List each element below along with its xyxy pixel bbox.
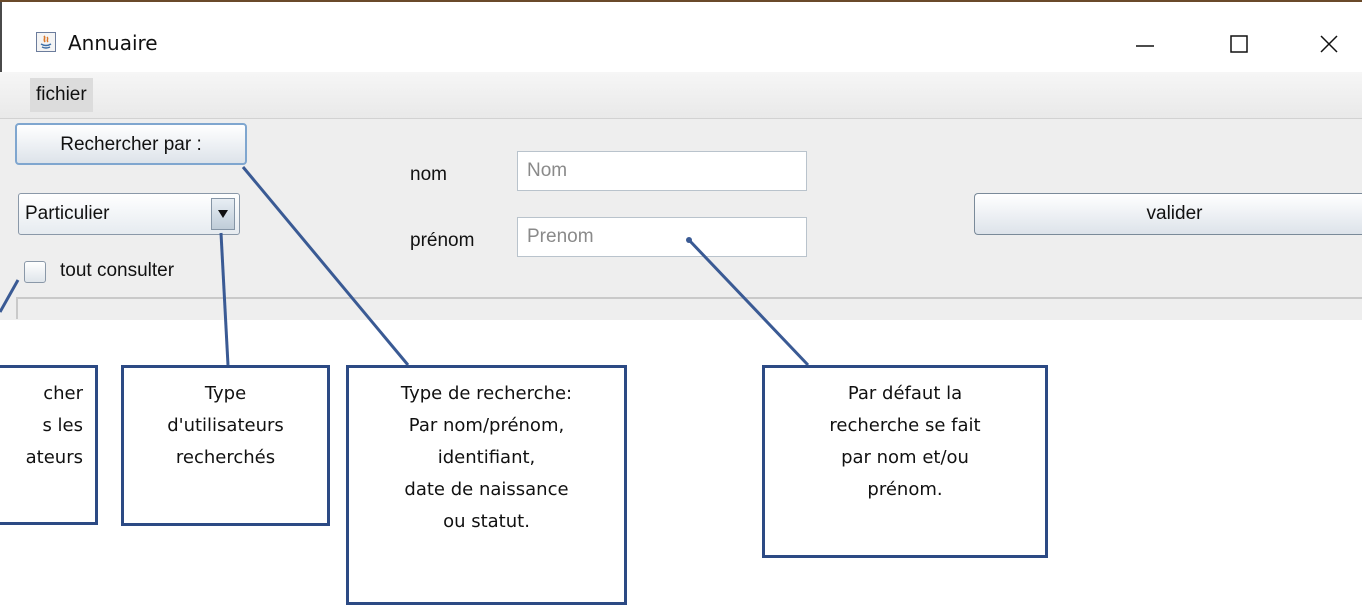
callout-line: Type bbox=[204, 383, 247, 404]
leader-line-default-search bbox=[687, 238, 810, 367]
callout-default-search: Par défaut la recherche se fait par nom … bbox=[762, 365, 1048, 558]
callout-line: Par nom/prénom, bbox=[408, 415, 565, 436]
callout-line: date de naissance bbox=[404, 479, 569, 500]
callout-line: ou statut. bbox=[443, 511, 530, 532]
callout-line: prénom. bbox=[867, 479, 943, 500]
callout-line: Type de recherche: bbox=[400, 383, 573, 404]
callout-line: identifiant, bbox=[437, 447, 536, 468]
leader-line-consult-all bbox=[0, 279, 20, 313]
callout-consult-all: cher s les ateurs bbox=[0, 365, 98, 525]
callout-line: par nom et/ou bbox=[841, 447, 969, 468]
callout-line: s les bbox=[42, 415, 83, 436]
callout-line: recherche se fait bbox=[829, 415, 981, 436]
callout-line: Par défaut la bbox=[847, 383, 963, 404]
callout-user-type: Type d'utilisateurs recherchés bbox=[121, 365, 330, 526]
callout-line: d'utilisateurs bbox=[167, 415, 284, 436]
callout-line: ateurs bbox=[25, 447, 83, 468]
callout-search-type: Type de recherche: Par nom/prénom, ident… bbox=[346, 365, 627, 605]
leader-line-user-type bbox=[219, 232, 230, 366]
leader-line-search-type bbox=[241, 166, 410, 366]
callout-line: cher bbox=[43, 383, 83, 404]
leader-dot bbox=[686, 237, 692, 243]
callout-line: recherchés bbox=[175, 447, 276, 468]
